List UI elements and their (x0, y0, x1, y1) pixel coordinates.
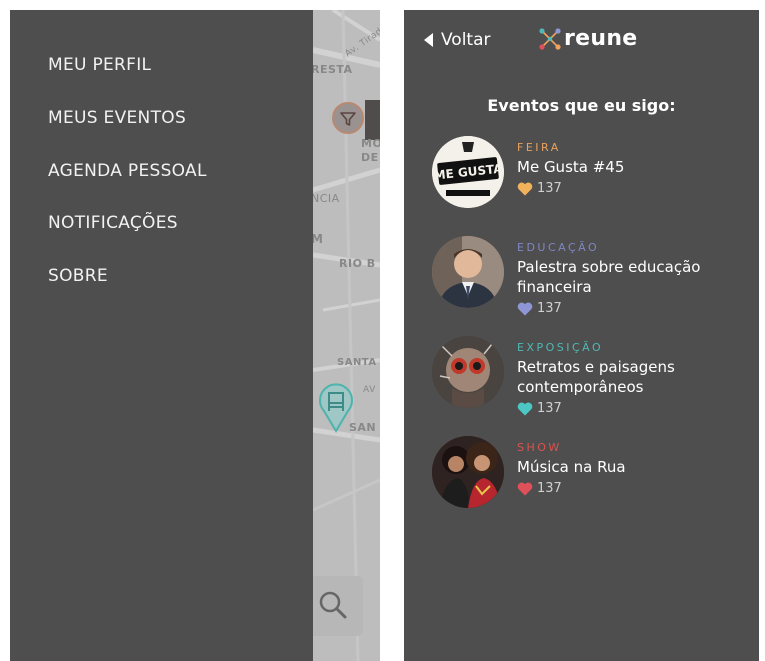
event-title: Me Gusta #45 (517, 157, 742, 177)
map-search-button[interactable] (313, 576, 363, 636)
person-photo (432, 236, 504, 308)
app-logo: reune (538, 26, 638, 51)
map-label: RIO B (339, 257, 376, 270)
logo-text: reune (564, 26, 638, 51)
likes-count: 137 (537, 181, 562, 196)
heart-icon (517, 182, 533, 195)
event-title-line: financeira (517, 278, 592, 296)
event-likes: 137 (517, 481, 562, 496)
event-likes: 137 (517, 401, 562, 416)
band-photo (432, 436, 504, 508)
menu-item-meu-perfil[interactable]: MEU PERFIL (48, 55, 151, 75)
section-title: Eventos que eu sigo: (487, 96, 676, 115)
event-likes: 137 (517, 301, 562, 316)
event-category: SHOW (517, 441, 562, 454)
likes-count: 137 (537, 481, 562, 496)
heart-icon (517, 302, 533, 315)
likes-count: 137 (537, 401, 562, 416)
event-item-me-gusta[interactable]: ME GUSTA FEIRA Me Gusta #45 137 (432, 136, 752, 210)
network-logo-icon (539, 27, 561, 50)
event-category: FEIRA (517, 141, 561, 154)
back-caret-icon (424, 33, 433, 47)
back-label: Voltar (441, 30, 491, 50)
map-label: SANTA (337, 357, 377, 368)
map-filter-button[interactable] (332, 102, 364, 134)
event-item-palestra[interactable]: EDUCAÇÃO Palestra sobre educação finance… (432, 236, 752, 316)
event-item-retratos[interactable]: EXPOSIÇÃO Retratos e paisagens contempor… (432, 336, 752, 416)
map-overlay-strip (365, 100, 380, 140)
map-pin-icon[interactable] (318, 381, 354, 433)
map-label: RESTA (311, 63, 353, 76)
event-category: EDUCAÇÃO (517, 241, 600, 254)
map-label: AV (363, 385, 376, 395)
map-label: NCIA (311, 192, 340, 205)
heart-icon (517, 482, 533, 495)
event-avatar (432, 336, 504, 408)
event-avatar: ME GUSTA (432, 136, 504, 208)
event-title: Retratos e paisagens contemporâneos (517, 357, 742, 397)
art-photo (432, 336, 504, 408)
event-title-line: Música na Rua (517, 458, 626, 476)
event-likes: 137 (517, 181, 562, 196)
search-icon (319, 591, 347, 619)
menu-item-sobre[interactable]: SOBRE (48, 266, 108, 286)
event-avatar (432, 436, 504, 508)
event-item-musica-na-rua[interactable]: SHOW Música na Rua 137 (432, 436, 752, 510)
filter-icon (340, 112, 356, 126)
menu-screen: Av. Tiradentes RESTA MO DE NCIA M RIO B … (10, 10, 380, 661)
map-background[interactable]: Av. Tiradentes RESTA MO DE NCIA M RIO B … (311, 10, 380, 661)
event-category: EXPOSIÇÃO (517, 341, 604, 354)
heart-icon (517, 402, 533, 415)
event-title-line: Palestra sobre educação (517, 258, 701, 276)
back-button[interactable]: Voltar (424, 28, 491, 52)
event-title-line: Me Gusta #45 (517, 158, 625, 176)
event-title: Música na Rua (517, 457, 742, 477)
event-title-line: Retratos e paisagens (517, 358, 675, 376)
event-title-line: contemporâneos (517, 378, 644, 396)
event-avatar (432, 236, 504, 308)
event-title: Palestra sobre educação financeira (517, 257, 742, 297)
likes-count: 137 (537, 301, 562, 316)
menu-item-meus-eventos[interactable]: MEUS EVENTOS (48, 108, 186, 128)
followed-events-screen: Voltar reune Eventos que eu sigo: ME GUS… (404, 10, 759, 661)
menu-item-agenda-pessoal[interactable]: AGENDA PESSOAL (48, 161, 207, 181)
side-menu-drawer: MEU PERFIL MEUS EVENTOS AGENDA PESSOAL N… (10, 10, 313, 661)
map-label: DE (361, 151, 379, 164)
event-logo-image: ME GUSTA (432, 136, 504, 208)
menu-item-notificacoes[interactable]: NOTIFICAÇÕES (48, 213, 178, 233)
map-label: MO (361, 137, 380, 150)
